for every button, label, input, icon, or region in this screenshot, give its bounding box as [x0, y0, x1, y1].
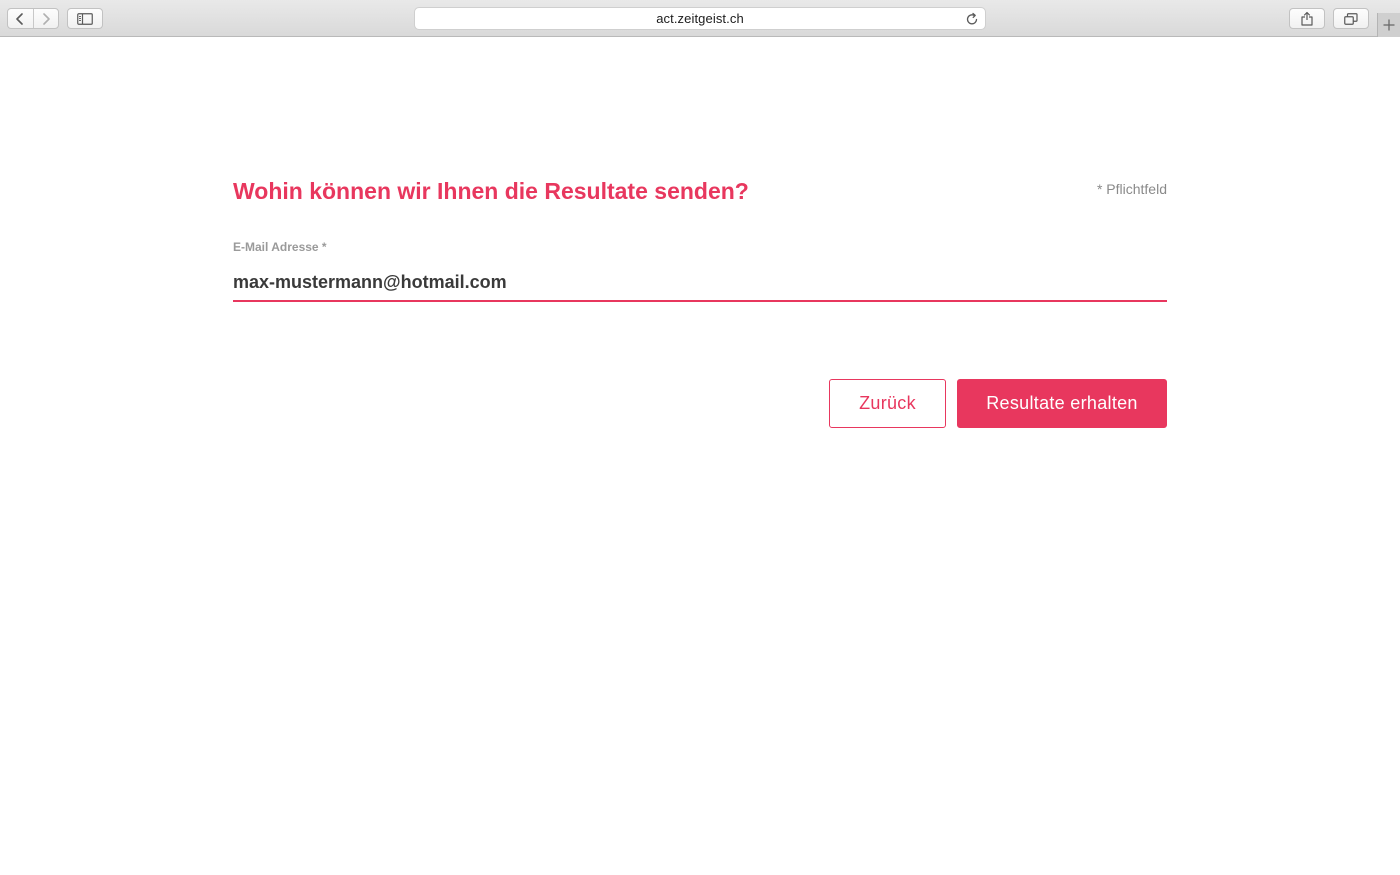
share-button[interactable]	[1289, 8, 1325, 29]
share-icon	[1301, 11, 1313, 26]
forward-nav-button[interactable]	[32, 9, 59, 28]
form-question: Wohin können wir Ihnen die Resultate sen…	[233, 178, 749, 204]
reload-icon	[966, 12, 978, 25]
sidebar-icon	[77, 12, 93, 25]
tabs-overview-button[interactable]	[1333, 8, 1369, 29]
email-label: E-Mail Adresse *	[233, 240, 327, 254]
new-tab-button[interactable]	[1377, 13, 1400, 37]
tabs-overview-icon	[1344, 12, 1358, 25]
reload-button[interactable]	[966, 12, 979, 31]
get-results-button[interactable]: Resultate erhalten	[957, 379, 1167, 428]
chevron-right-icon	[42, 12, 50, 25]
plus-icon	[1383, 19, 1395, 31]
chevron-left-icon	[16, 12, 24, 25]
sidebar-toggle-button[interactable]	[67, 8, 103, 29]
required-field-note: * Pflichtfeld	[1096, 181, 1167, 197]
nav-buttons	[7, 8, 59, 29]
email-input[interactable]	[233, 265, 1167, 302]
url-text: act.zeitgeist.ch	[656, 11, 744, 26]
browser-toolbar: act.zeitgeist.ch	[0, 0, 1400, 37]
back-button[interactable]: Zurück	[829, 379, 946, 428]
back-nav-button[interactable]	[8, 9, 33, 28]
address-bar[interactable]: act.zeitgeist.ch	[414, 7, 986, 30]
